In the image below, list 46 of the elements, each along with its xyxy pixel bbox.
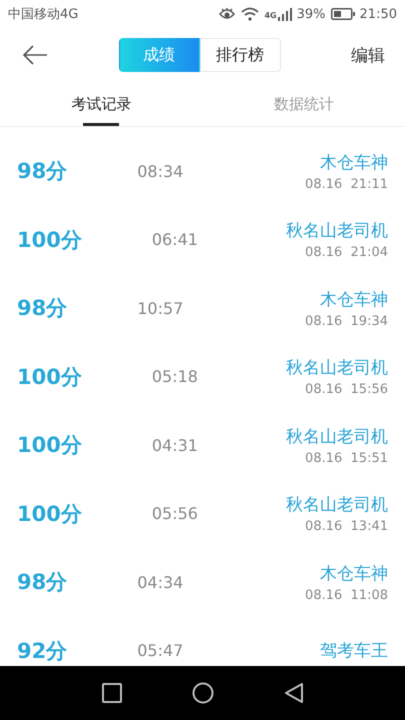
eye-icon [218,7,236,21]
duration: 05:47 [137,641,184,660]
score: 100分 [17,364,82,391]
record-date: 08.16 21:04 [305,245,388,260]
record-date: 08.16 15:56 [305,382,388,398]
user-name: 秋名山老司机 [286,494,388,516]
home-icon[interactable] [192,682,214,704]
duration: 04:34 [137,572,184,592]
user-name: 木仓车神 [320,562,388,585]
user-name: 木仓车神 [320,152,388,174]
recents-icon[interactable] [102,683,122,703]
user-name: 驾考车王 [320,640,388,662]
record-date: 08.16 11:08 [305,588,388,603]
user-name: 秋名山老司机 [286,426,388,448]
duration: 05:18 [152,367,199,386]
back-icon[interactable] [22,44,48,66]
record-date: 08.16 21:11 [305,176,388,192]
battery-icon [330,8,355,20]
duration: 05:56 [152,504,199,524]
score: 100分 [17,432,82,460]
edit-button[interactable]: 编辑 [351,44,385,66]
user-name: 木仓车神 [320,288,388,311]
record-date: 08.16 15:51 [305,450,388,466]
user-name: 秋名山老司机 [286,357,388,380]
signal-icon [278,7,292,21]
score: 100分 [17,500,82,528]
user-name: 秋名山老司机 [286,220,388,242]
score: 92分 [17,638,68,665]
back-icon[interactable] [284,682,304,704]
duration: 06:41 [152,230,199,250]
record-date: 08.16 19:34 [305,314,388,329]
duration: 10:57 [137,298,184,318]
score: 98分 [17,569,68,596]
carrier-name: 中国移动4G [8,6,80,23]
segment-tab[interactable]: 排行榜 [200,38,280,72]
duration: 04:31 [152,436,199,455]
score: 100分 [17,226,82,254]
score: 98分 [17,295,68,322]
tab[interactable]: 考试记录 [0,82,202,126]
score: 98分 [17,158,68,186]
record-date: 08.16 13:41 [305,519,388,534]
clock: 21:50 [360,6,397,22]
wifi-icon [241,7,260,21]
duration: 08:34 [137,162,184,181]
network-type: 4G [264,10,277,20]
battery-percent: 39% [296,6,326,22]
